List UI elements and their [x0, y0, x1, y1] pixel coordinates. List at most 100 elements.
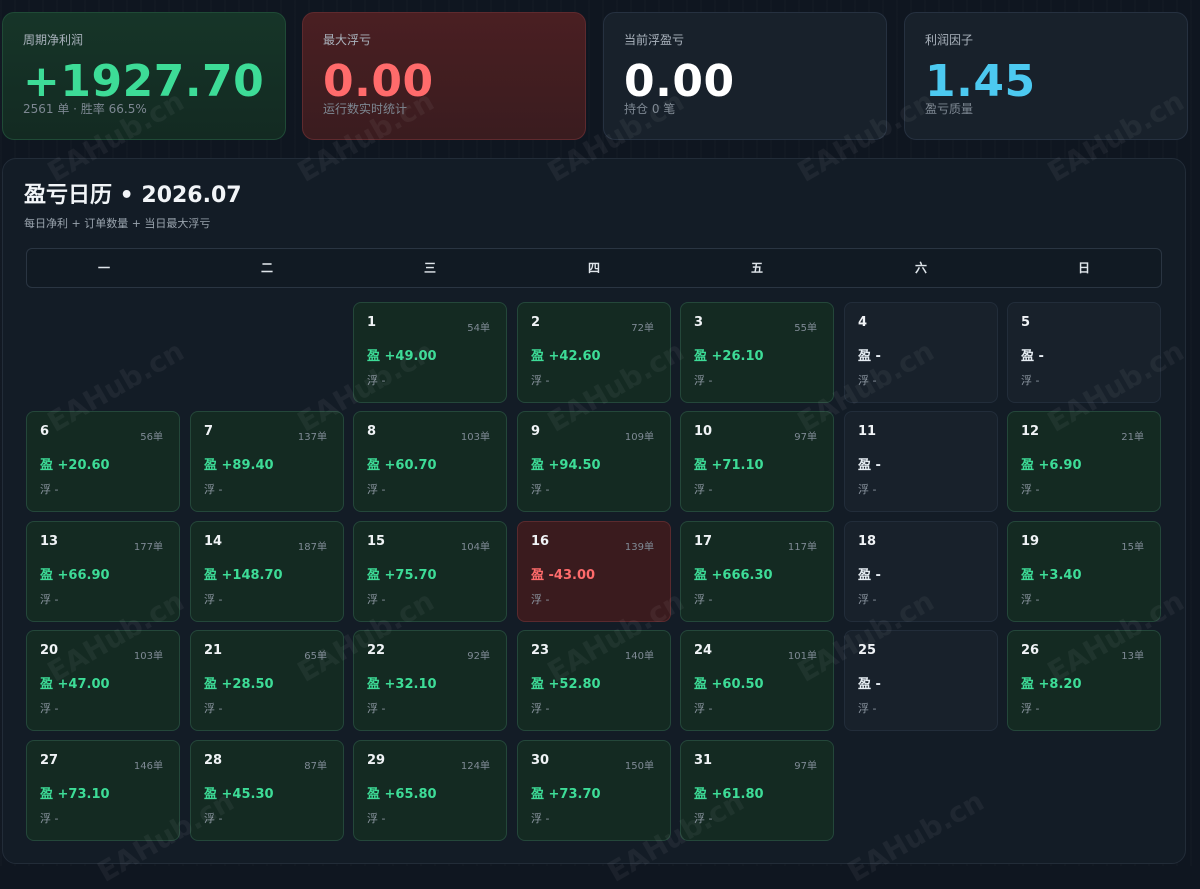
day-floating-loss: 浮 -	[531, 374, 550, 387]
stat-card-net-profit: 周期净利润 +1927.70 2561 单 · 胜率 66.5%	[2, 12, 286, 140]
calendar-day-cell[interactable]: 4 盈 - 浮 -	[844, 302, 998, 403]
day-number: 25	[858, 643, 877, 658]
calendar-day-cell[interactable]: 18 盈 - 浮 -	[844, 521, 998, 622]
day-net-profit: 盈 +47.00	[40, 677, 110, 692]
calendar-day-cell[interactable]: 25 盈 - 浮 -	[844, 630, 998, 731]
day-net-profit: 盈 -	[858, 349, 881, 364]
calendar-day-cell[interactable]: 3 55单盈 +26.10 浮 -	[680, 302, 834, 403]
calendar-day-cell[interactable]: 2 72单盈 +42.60 浮 -	[517, 302, 671, 403]
day-order-count: 92单	[467, 651, 490, 662]
calendar-day-cell[interactable]: 10 97单盈 +71.10 浮 -	[680, 411, 834, 512]
day-floating-loss: 浮 -	[40, 593, 59, 606]
day-net-profit: 盈 +6.90	[1021, 458, 1082, 473]
day-floating-loss: 浮 -	[531, 593, 550, 606]
day-floating-loss: 浮 -	[1021, 374, 1040, 387]
calendar-day-cell[interactable]: 29 124单盈 +65.80 浮 -	[353, 740, 507, 841]
calendar-day-cell[interactable]: 22 92单盈 +32.10 浮 -	[353, 630, 507, 731]
day-net-profit: 盈 +73.10	[40, 787, 110, 802]
day-floating-loss: 浮 -	[694, 593, 713, 606]
day-number: 18	[858, 534, 877, 549]
calendar-day-cell[interactable]: 12 21单盈 +6.90 浮 -	[1007, 411, 1161, 512]
calendar-day-cell[interactable]: 21 65单盈 +28.50 浮 -	[190, 630, 344, 731]
day-order-count: 187单	[297, 542, 327, 553]
calendar-day-cell[interactable]: 20 103单盈 +47.00 浮 -	[26, 630, 180, 731]
day-number: 20	[40, 643, 59, 658]
calendar-day-cell[interactable]: 8 103单盈 +60.70 浮 -	[353, 411, 507, 512]
day-number: 31	[694, 753, 713, 768]
calendar-day-cell[interactable]: 23 140单盈 +52.80 浮 -	[517, 630, 671, 731]
stat-sub: 运行数实时统计	[323, 102, 408, 116]
day-number: 9	[531, 424, 541, 439]
day-order-count: 97单	[794, 432, 817, 443]
calendar-day-cell[interactable]: 24 101单盈 +60.50 浮 -	[680, 630, 834, 731]
day-order-count: 15单	[1121, 542, 1144, 553]
day-number: 13	[40, 534, 59, 549]
calendar-subtitle: 每日净利 + 订单数量 + 当日最大浮亏	[24, 217, 211, 230]
day-number: 17	[694, 534, 713, 549]
day-floating-loss: 浮 -	[367, 483, 386, 496]
day-net-profit: 盈 +49.00	[367, 349, 437, 364]
calendar-day-cell[interactable]: 19 15单盈 +3.40 浮 -	[1007, 521, 1161, 622]
calendar-day-cell[interactable]: 14 187单盈 +148.70 浮 -	[190, 521, 344, 622]
day-number: 22	[367, 643, 386, 658]
day-net-profit: 盈 -	[1021, 349, 1044, 364]
day-net-profit: 盈 -43.00	[531, 568, 596, 583]
day-floating-loss: 浮 -	[40, 483, 59, 496]
day-floating-loss: 浮 -	[367, 702, 386, 715]
calendar-day-cell[interactable]: 1 54单盈 +49.00 浮 -	[353, 302, 507, 403]
day-floating-loss: 浮 -	[1021, 702, 1040, 715]
calendar-day-cell[interactable]: 17 117单盈 +666.30 浮 -	[680, 521, 834, 622]
calendar-day-cell[interactable]: 6 56单盈 +20.60 浮 -	[26, 411, 180, 512]
day-number: 7	[204, 424, 214, 439]
stat-label: 利润因子	[925, 33, 974, 47]
day-floating-loss: 浮 -	[858, 483, 877, 496]
stat-card-current-floating: 当前浮盈亏 0.00 持仓 0 笔	[603, 12, 887, 140]
day-net-profit: 盈 +28.50	[204, 677, 274, 692]
day-order-count: 117单	[787, 542, 817, 553]
day-floating-loss: 浮 -	[694, 483, 713, 496]
day-number: 27	[40, 753, 59, 768]
day-net-profit: 盈 +45.30	[204, 787, 274, 802]
day-floating-loss: 浮 -	[204, 812, 223, 825]
day-floating-loss: 浮 -	[694, 702, 713, 715]
day-net-profit: 盈 +52.80	[531, 677, 601, 692]
stat-card-profit-factor: 利润因子 1.45 盈亏质量	[904, 12, 1188, 140]
calendar-day-cell[interactable]: 16 139单盈 -43.00 浮 -	[517, 521, 671, 622]
day-number: 6	[40, 424, 50, 439]
stat-label: 最大浮亏	[323, 33, 372, 47]
day-floating-loss: 浮 -	[531, 812, 550, 825]
day-floating-loss: 浮 -	[40, 812, 59, 825]
day-floating-loss: 浮 -	[531, 702, 550, 715]
day-floating-loss: 浮 -	[367, 593, 386, 606]
day-order-count: 104单	[460, 542, 490, 553]
day-order-count: 109单	[624, 432, 654, 443]
calendar-day-cell[interactable]: 13 177单盈 +66.90 浮 -	[26, 521, 180, 622]
pnl-calendar-panel: 盈亏日历 • 2026.07 每日净利 + 订单数量 + 当日最大浮亏 一 二 …	[2, 158, 1186, 864]
day-number: 16	[531, 534, 550, 549]
weekday-sat: 六	[914, 261, 927, 275]
calendar-day-cell[interactable]: 28 87单盈 +45.30 浮 -	[190, 740, 344, 841]
calendar-day-cell[interactable]: 31 97单盈 +61.80 浮 -	[680, 740, 834, 841]
calendar-day-cell[interactable]: 11 盈 - 浮 -	[844, 411, 998, 512]
day-order-count: 13单	[1121, 651, 1144, 662]
calendar-day-cell[interactable]: 7 137单盈 +89.40 浮 -	[190, 411, 344, 512]
day-order-count: 177单	[133, 542, 163, 553]
calendar-day-cell[interactable]: 26 13单盈 +8.20 浮 -	[1007, 630, 1161, 731]
day-number: 24	[694, 643, 713, 658]
calendar-day-cell[interactable]: 15 104单盈 +75.70 浮 -	[353, 521, 507, 622]
day-net-profit: 盈 +148.70	[204, 568, 283, 583]
day-number: 10	[694, 424, 713, 439]
day-order-count: 124单	[460, 761, 490, 772]
day-net-profit: 盈 +666.30	[694, 568, 773, 583]
day-floating-loss: 浮 -	[694, 374, 713, 387]
stat-value: +1927.70	[23, 56, 265, 107]
day-net-profit: 盈 +60.70	[367, 458, 437, 473]
weekday-mon: 一	[97, 261, 110, 275]
calendar-day-cell[interactable]: 27 146单盈 +73.10 浮 -	[26, 740, 180, 841]
day-order-count: 103单	[133, 651, 163, 662]
day-net-profit: 盈 +3.40	[1021, 568, 1082, 583]
calendar-day-cell[interactable]: 5 盈 - 浮 -	[1007, 302, 1161, 403]
day-order-count: 150单	[624, 761, 654, 772]
calendar-day-cell[interactable]: 30 150单盈 +73.70 浮 -	[517, 740, 671, 841]
calendar-day-cell[interactable]: 9 109单盈 +94.50 浮 -	[517, 411, 671, 512]
